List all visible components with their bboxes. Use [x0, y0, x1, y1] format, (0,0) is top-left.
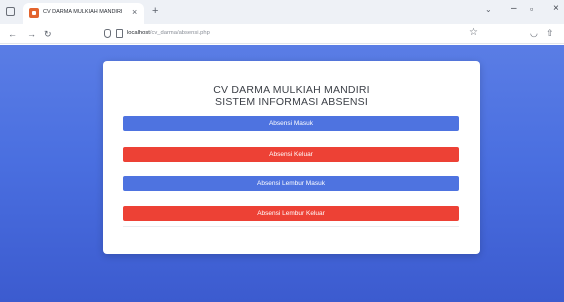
new-tab-button[interactable]: +	[152, 4, 158, 18]
pocket-icon[interactable]: ◡	[530, 28, 538, 39]
page-viewport: CV DARMA MULKIAH MANDIRI SISTEM INFORMAS…	[0, 45, 564, 302]
forward-arrow-icon[interactable]: →	[27, 27, 36, 41]
browser-tab[interactable]: CV DARMA MULKIAH MANDIRI ×	[23, 3, 144, 24]
attendance-card: CV DARMA MULKIAH MANDIRI SISTEM INFORMAS…	[103, 61, 480, 254]
company-title: CV DARMA MULKIAH MANDIRI	[213, 84, 370, 96]
tab-title: CV DARMA MULKIAH MANDIRI	[43, 9, 123, 15]
browser-tabstrip: CV DARMA MULKIAH MANDIRI × + ⌄ – ▫ ×	[0, 0, 564, 24]
system-title: SISTEM INFORMASI ABSENSI	[215, 96, 368, 108]
url-path: /cv_darma/absensi.php	[149, 30, 210, 36]
absensi-masuk-button[interactable]: Absensi Masuk	[123, 116, 459, 131]
url-bar[interactable]: localhost/cv_darma/absensi.php	[127, 30, 210, 36]
browser-toolbar: ← → ↻ localhost/cv_darma/absensi.php ☆ ◡…	[0, 24, 564, 44]
maximize-button[interactable]: ▫	[530, 4, 533, 14]
absensi-lembur-masuk-button[interactable]: Absensi Lembur Masuk	[123, 176, 459, 191]
absensi-keluar-button[interactable]: Absensi Keluar	[123, 147, 459, 162]
tabs-dropdown-icon[interactable]: ⌄	[485, 5, 492, 14]
sidebar-toggle-icon[interactable]	[6, 7, 15, 16]
back-arrow-icon[interactable]: ←	[8, 27, 17, 41]
card-divider	[123, 226, 459, 227]
url-host: localhost	[127, 30, 150, 36]
window-close-button[interactable]: ×	[553, 3, 559, 14]
more-icon[interactable]: ⋮	[560, 28, 564, 39]
star-icon[interactable]: ☆	[469, 27, 478, 38]
favicon-icon	[29, 8, 39, 18]
page-icon[interactable]	[116, 29, 123, 38]
reload-icon[interactable]: ↻	[44, 27, 52, 41]
minimize-button[interactable]: –	[511, 3, 517, 14]
shield-icon[interactable]	[104, 29, 111, 38]
absensi-lembur-keluar-button[interactable]: Absensi Lembur Keluar	[123, 206, 459, 221]
share-icon[interactable]: ⇧	[546, 28, 554, 39]
tab-close-icon[interactable]: ×	[132, 6, 137, 18]
